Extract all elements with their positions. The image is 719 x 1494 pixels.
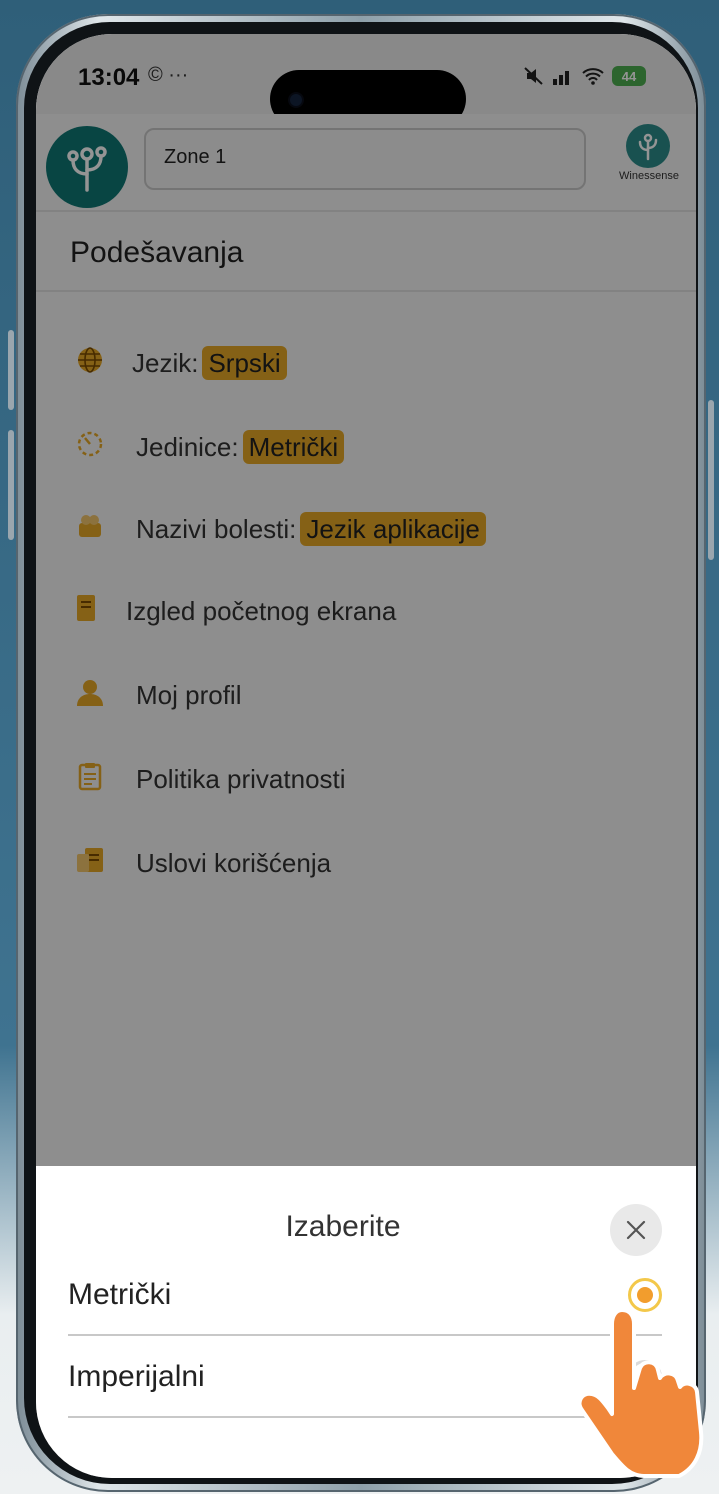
sheet-title: Izaberite <box>285 1210 401 1243</box>
option-metric-label: Metrički <box>68 1278 172 1311</box>
phone-side-button <box>8 430 14 540</box>
option-imperial-label: Imperijalni <box>68 1360 205 1393</box>
option-divider <box>68 1334 662 1336</box>
pointer-hand-icon <box>577 1308 704 1478</box>
close-icon <box>626 1220 646 1240</box>
close-button[interactable] <box>610 1204 662 1256</box>
phone-power-button <box>708 400 714 560</box>
option-imperial[interactable]: Imperijalni <box>68 1338 662 1418</box>
option-divider <box>68 1416 662 1418</box>
phone-screen: 13:04 © ··· 44 Zone 1 Winessense Podešav… <box>36 34 696 1478</box>
option-metric[interactable]: Metrički <box>68 1256 662 1336</box>
phone-side-button <box>8 330 14 410</box>
